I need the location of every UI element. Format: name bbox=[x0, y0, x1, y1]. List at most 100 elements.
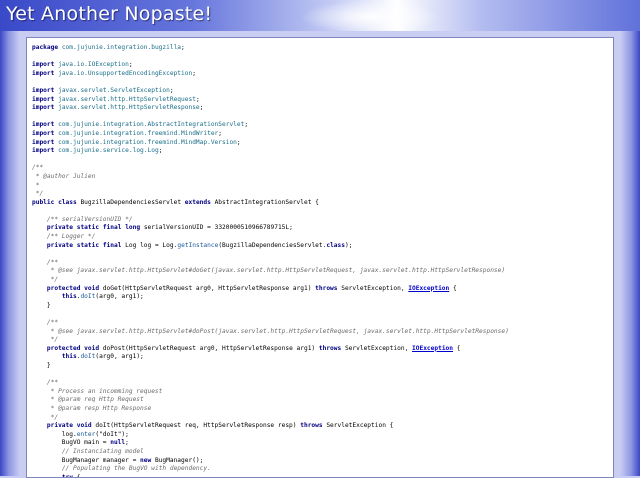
code-line: import com.jujunie.integration.AbstractI… bbox=[32, 121, 609, 130]
code-token: com.jujunie.integration.freemind.MindMap… bbox=[58, 138, 237, 146]
code-token: */ bbox=[46, 413, 59, 421]
code-token: package bbox=[32, 44, 59, 51]
paste-content-box: package com.jujunie.integration.bugzilla… bbox=[26, 37, 614, 478]
code-token: { bbox=[449, 284, 457, 292]
code-token: (arg0, arg1); bbox=[95, 293, 144, 301]
code-token: ServletException { bbox=[322, 422, 394, 430]
code-token: * @see javax.servlet.http.HttpServlet#do… bbox=[46, 267, 506, 275]
code-token: * bbox=[32, 181, 40, 189]
code-token: long bbox=[125, 224, 141, 232]
code-token: (BugzillaDependenciesServlet. bbox=[218, 241, 327, 249]
code-token: /** bbox=[32, 164, 44, 172]
code-token: throws bbox=[318, 344, 342, 352]
code-line: this.doIt(arg0, arg1); bbox=[32, 293, 609, 302]
code-token: AbstractIntegrationServlet { bbox=[210, 198, 319, 206]
code-token: import bbox=[32, 61, 55, 69]
code-token: com.jujunie.service.log.Log bbox=[58, 147, 159, 155]
code-token: ("doIt"); bbox=[95, 430, 129, 438]
code-token: import bbox=[32, 129, 55, 137]
code-token: void bbox=[84, 344, 100, 352]
page-frame: package com.jujunie.integration.bugzilla… bbox=[0, 31, 640, 478]
code-token: import bbox=[32, 104, 55, 112]
code-token: ; bbox=[192, 69, 196, 77]
code-token: // Populating the BugVO with dependency. bbox=[61, 465, 211, 473]
code-token: /** bbox=[46, 379, 59, 387]
code-token: /** bbox=[46, 258, 59, 266]
code-token: new bbox=[140, 456, 152, 464]
code-line: package com.jujunie.integration.bugzilla… bbox=[32, 44, 609, 53]
code-token: 3320000510966789715L bbox=[214, 224, 290, 232]
code-token: ; bbox=[181, 44, 185, 51]
code-token: java.io.UnsupportedEncodingException bbox=[58, 69, 193, 77]
code-line: // Instanciating model bbox=[32, 448, 609, 457]
code-token: com.jujunie.integration.bugzilla bbox=[61, 44, 182, 51]
code-token: java.io.IOException bbox=[58, 61, 129, 69]
code-token: private bbox=[46, 224, 73, 232]
code-token: ; bbox=[125, 439, 129, 447]
code-token: } bbox=[32, 301, 51, 309]
code-token: this bbox=[61, 353, 77, 361]
code-token: ; bbox=[195, 95, 200, 103]
code-token: ; bbox=[244, 121, 249, 129]
code-line: */ bbox=[32, 414, 609, 423]
code-token: * @see javax.servlet.http.HttpServlet#do… bbox=[46, 327, 509, 335]
code-token: ; bbox=[169, 86, 174, 94]
code-line: protected void doGet(HttpServletRequest … bbox=[32, 285, 609, 294]
code-token: ); bbox=[345, 241, 353, 249]
code-token: class bbox=[58, 198, 77, 206]
code-line: * @author Julien bbox=[32, 173, 609, 182]
code-token: javax.servlet.http.HttpServletRequest bbox=[58, 95, 196, 103]
code-token: BugManager manager = bbox=[32, 456, 141, 464]
code-token: ; bbox=[236, 138, 241, 146]
code-token: /** serialVersionUID */ bbox=[46, 215, 133, 223]
code-line: * @see javax.servlet.http.HttpServlet#do… bbox=[32, 328, 609, 337]
code-token: ; bbox=[218, 129, 223, 137]
code-token: */ bbox=[46, 276, 59, 284]
code-line: import javax.servlet.http.HttpServletReq… bbox=[32, 96, 609, 105]
code-line: this.doIt(arg0, arg1); bbox=[32, 353, 609, 362]
code-token: /** bbox=[46, 319, 59, 326]
code-token: ; bbox=[199, 104, 204, 112]
code-token: public bbox=[32, 198, 55, 206]
code-token: Log log = Log. bbox=[121, 241, 178, 249]
code-link[interactable]: IOException bbox=[412, 345, 453, 352]
code-token: BugzillaDependenciesServlet bbox=[76, 198, 185, 206]
code-token: // Instanciating model bbox=[61, 447, 144, 455]
code-line: BugVO main = null; bbox=[32, 439, 609, 448]
code-link[interactable]: IOException bbox=[408, 285, 449, 292]
code-token: (arg0, arg1); bbox=[95, 353, 144, 361]
code-token: void bbox=[84, 284, 100, 292]
code-line: * @param req Http Request bbox=[32, 396, 609, 405]
code-token: import bbox=[32, 69, 55, 77]
code-token: * @author Julien bbox=[32, 172, 96, 180]
code-token: javax.servlet.http.HttpServletResponse bbox=[58, 104, 200, 112]
code-line: private void doIt(HttpServletRequest req… bbox=[32, 422, 609, 431]
code-token: final bbox=[102, 241, 122, 249]
code-line: */ bbox=[32, 336, 609, 345]
code-token: import bbox=[32, 147, 55, 155]
code-token: throws bbox=[315, 284, 338, 292]
code-token: BugVO main = bbox=[32, 439, 111, 447]
code-line: import javax.servlet.http.HttpServletRes… bbox=[32, 104, 609, 113]
code-listing: package com.jujunie.integration.bugzilla… bbox=[32, 44, 609, 477]
code-line: /** bbox=[32, 164, 609, 173]
code-line: /** Logger */ bbox=[32, 233, 609, 242]
code-token: javax.servlet.ServletException bbox=[58, 86, 170, 94]
code-token: throws bbox=[300, 422, 323, 430]
